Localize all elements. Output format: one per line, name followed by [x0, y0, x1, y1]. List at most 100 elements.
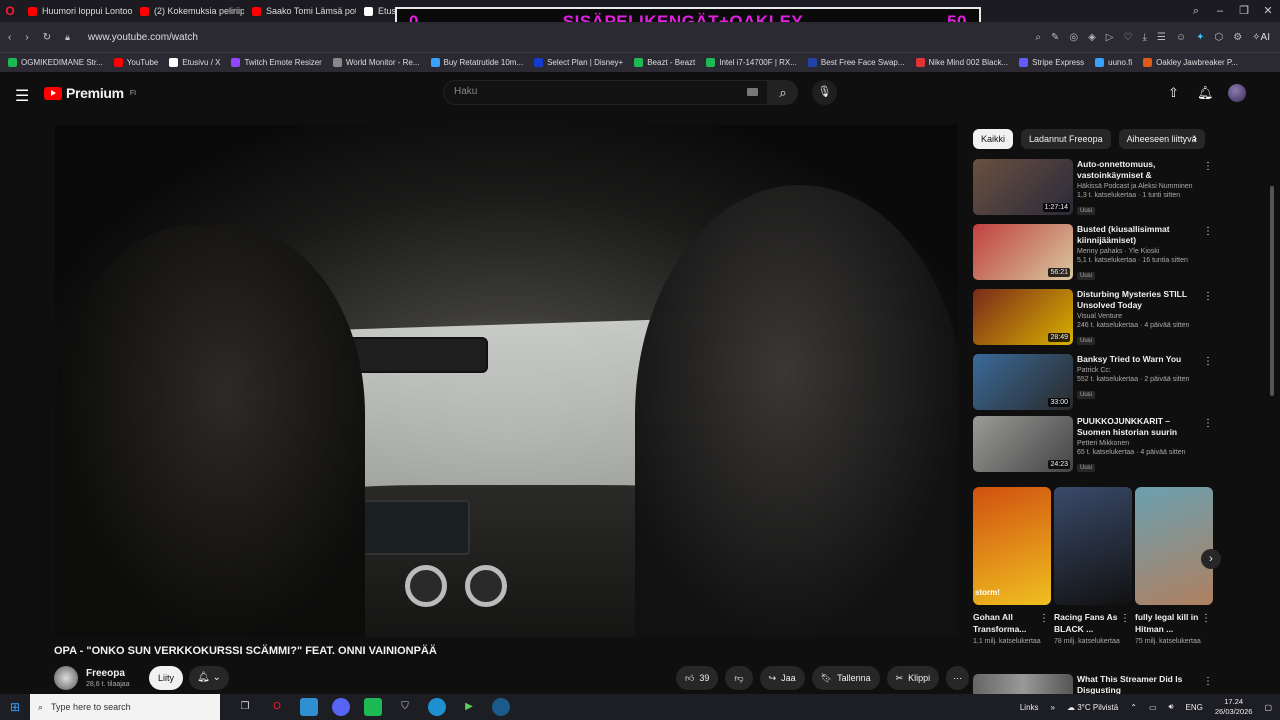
video-item-title[interactable]: What This Streamer Did Is Disgusting: [1077, 674, 1197, 694]
chevron-right-icon[interactable]: ›: [1193, 131, 1197, 145]
network-icon[interactable]: ▭: [1149, 703, 1157, 712]
keyboard-icon[interactable]: [747, 88, 758, 96]
video-thumbnail[interactable]: 1:27:14: [973, 159, 1073, 215]
like-button[interactable]: 👍︎ 39: [676, 666, 719, 690]
app-green-icon[interactable]: [364, 698, 382, 716]
bookmark-item[interactable]: World Monitor - Re...: [332, 58, 420, 67]
edge-icon[interactable]: [428, 698, 446, 716]
dislike-button[interactable]: 👎︎: [725, 666, 753, 690]
video-thumbnail[interactable]: 28:49: [973, 289, 1073, 345]
edit-icon[interactable]: ✎: [1051, 32, 1059, 43]
bookmark-item[interactable]: Etusivu / X: [169, 58, 220, 67]
chip-uploaded-by[interactable]: Ladannut Freeopa: [1021, 129, 1111, 149]
more-options-icon[interactable]: ⋮: [1039, 613, 1049, 624]
extension-icon[interactable]: ✦: [1196, 32, 1204, 43]
list-icon[interactable]: ☰: [1157, 32, 1166, 43]
opera-logo-icon[interactable]: O: [0, 4, 20, 18]
more-options-icon[interactable]: ⋮: [1201, 613, 1211, 624]
close-button[interactable]: ✕: [1256, 0, 1280, 22]
short-item[interactable]: Gohan All Transforma... 1,1 milj. katselu…: [973, 611, 1051, 645]
app-taskbar-icon[interactable]: [300, 698, 318, 716]
bookmark-item[interactable]: Stripe Express: [1019, 58, 1084, 67]
search-tabs-icon[interactable]: ⌕: [1184, 0, 1208, 22]
chip-all[interactable]: Kaikki: [973, 129, 1014, 149]
video-thumbnail[interactable]: 33:00: [973, 354, 1073, 410]
video-item-channel[interactable]: Petteri Mikkonen: [1077, 440, 1201, 447]
volume-icon[interactable]: 🔊︎: [1169, 702, 1174, 712]
browser-tab[interactable]: Saako Tomi Lämsä pot: [244, 0, 356, 22]
more-options-icon[interactable]: ⋮: [1203, 418, 1213, 429]
bookmark-item[interactable]: Oakley Jawbreaker P...: [1143, 58, 1238, 67]
recommendation-item[interactable]: 28:49 Disturbing Mysteries STILL Unsolve…: [973, 289, 1213, 347]
bookmark-item[interactable]: uuno.fi: [1095, 58, 1132, 67]
cube-icon[interactable]: ⬡: [1214, 32, 1223, 43]
short-title[interactable]: Racing Fans As BLACK ...: [1054, 611, 1118, 635]
recommendation-item[interactable]: 1:27:14 Auto-onnettomuus, vastoinkäymise…: [973, 159, 1213, 217]
video-item-title[interactable]: Busted (kiusallisimmat kiinnijäämiset): [1077, 224, 1201, 246]
minimize-button[interactable]: –: [1208, 0, 1232, 22]
short-thumbnail[interactable]: storm!: [973, 487, 1051, 605]
video-item-title[interactable]: Banksy Tried to Warn You: [1077, 354, 1201, 365]
short-thumbnail[interactable]: [1054, 487, 1132, 605]
scrollbar[interactable]: [1268, 76, 1276, 696]
bookmark-item[interactable]: Intel i7-14700F | RX...: [706, 58, 797, 67]
language-indicator[interactable]: ENG: [1186, 703, 1203, 712]
download-icon[interactable]: ⤓: [1142, 32, 1146, 43]
browser-tab[interactable]: (2) Kokemuksia peliriippu: [132, 0, 244, 22]
weather-widget[interactable]: ☁ 3°C Pilvistä: [1067, 703, 1118, 712]
chevron-down-icon[interactable]: »: [1051, 703, 1055, 712]
forward-icon[interactable]: ›: [25, 32, 28, 43]
discord-icon[interactable]: [332, 698, 350, 716]
recommendation-item[interactable]: 33:00 Banksy Tried to Warn You Patrick C…: [973, 354, 1213, 412]
back-icon[interactable]: ‹: [8, 32, 11, 43]
video-item-channel[interactable]: Menny pahaks · Yle Kioski: [1077, 248, 1201, 255]
shield-icon[interactable]: ◈: [1088, 32, 1096, 43]
video-thumbnail[interactable]: 56:21: [973, 224, 1073, 280]
ai-button[interactable]: ✧AI: [1252, 32, 1270, 43]
upload-icon[interactable]: ⇧: [1168, 85, 1179, 101]
chip-related[interactable]: Aiheeseen liittyvä: [1118, 129, 1205, 149]
camera-icon[interactable]: ◎: [1069, 32, 1078, 43]
windows-start-icon[interactable]: ⊞: [0, 700, 30, 714]
app-arrow-icon[interactable]: ▶: [460, 698, 478, 716]
video-item-channel[interactable]: Visual Venture: [1077, 313, 1201, 320]
bookmark-item[interactable]: OGMIKEDIMANE Str...: [8, 58, 103, 67]
short-title[interactable]: fully legal kill in Hitman ...: [1135, 611, 1199, 635]
short-item[interactable]: fully legal kill in Hitman ... 75 milj. k…: [1135, 611, 1213, 645]
heart-icon[interactable]: ♡: [1123, 32, 1132, 43]
clock[interactable]: 17.24 26/03/2026: [1215, 697, 1253, 717]
more-options-icon[interactable]: ⋮: [1203, 356, 1213, 367]
video-thumbnail[interactable]: [973, 674, 1073, 696]
steam-icon[interactable]: [492, 698, 510, 716]
bell-icon[interactable]: 🔔︎: [1197, 85, 1214, 101]
bookmark-item[interactable]: Select Plan | Disney+: [534, 58, 623, 67]
more-options-icon[interactable]: ⋮: [1203, 676, 1213, 687]
video-item-channel[interactable]: Häkissä Podcast ja Aleksi Numminen: [1077, 183, 1201, 190]
bookmark-item[interactable]: Twitch Emote Resizer: [231, 58, 322, 67]
reload-icon[interactable]: ↻: [43, 32, 51, 43]
scrollbar-thumb[interactable]: [1270, 186, 1274, 396]
taskbar-search-input[interactable]: ⌕ Type here to search: [30, 694, 220, 720]
opera-taskbar-icon[interactable]: O: [268, 698, 286, 716]
search-button[interactable]: ⌕: [768, 80, 798, 105]
bookmark-item[interactable]: Best Free Face Swap...: [807, 58, 905, 67]
channel-avatar[interactable]: [54, 666, 78, 690]
short-thumbnail[interactable]: [1135, 487, 1213, 605]
recommendation-item[interactable]: 56:21 Busted (kiusallisimmat kiinnijäämi…: [973, 224, 1213, 282]
clip-button[interactable]: ✂ Klippi: [886, 666, 940, 690]
share-button[interactable]: ↪ Jaa: [759, 666, 805, 690]
browser-tab[interactable]: Huumori loppui Lontoos: [20, 0, 132, 22]
search-input[interactable]: Haku: [443, 80, 768, 105]
video-item-title[interactable]: Auto-onnettomuus, vastoinkäymiset & vapa…: [1077, 159, 1201, 181]
bookmark-item[interactable]: Buy Retatrutide 10m...: [430, 58, 523, 67]
more-actions-button[interactable]: ⋯: [946, 666, 970, 690]
short-item[interactable]: Racing Fans As BLACK ... 78 milj. katselu…: [1054, 611, 1132, 645]
bookmark-item[interactable]: Nike Mind 002 Black...: [915, 58, 1008, 67]
video-item-channel[interactable]: Patrick Cc:: [1077, 367, 1201, 374]
bookmark-item[interactable]: YouTube: [113, 58, 158, 67]
channel-name[interactable]: Freeopa: [86, 668, 130, 679]
play-icon[interactable]: ▷: [1106, 32, 1114, 43]
menu-icon[interactable]: ☰: [15, 86, 29, 106]
video-player[interactable]: [55, 125, 958, 637]
task-view-icon[interactable]: ❐: [236, 698, 254, 716]
